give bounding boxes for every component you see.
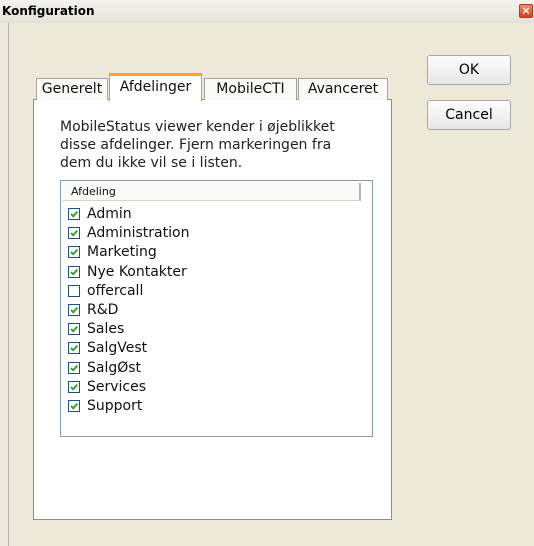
intro-line-3: dem du ikke vil se i listen. bbox=[60, 155, 243, 171]
department-label: Administration bbox=[87, 225, 190, 242]
title-bar[interactable]: Konfiguration × bbox=[0, 0, 534, 24]
department-label: SalgØst bbox=[87, 359, 142, 376]
department-label: Services bbox=[87, 378, 147, 395]
department-label: R&D bbox=[87, 302, 119, 318]
intro-line-1: MobileStatus viewer kender i øjeblikket bbox=[60, 119, 335, 135]
window-title: Konfiguration bbox=[2, 4, 95, 18]
checkbox-checked[interactable] bbox=[68, 380, 80, 393]
checkbox-checked[interactable] bbox=[68, 208, 80, 220]
close-button[interactable]: × bbox=[519, 4, 533, 18]
window-left-border bbox=[0, 23, 9, 546]
department-label: SalgVest bbox=[87, 340, 148, 357]
close-icon: × bbox=[521, 4, 531, 17]
checkbox-checked[interactable] bbox=[68, 323, 80, 336]
checkbox-checked[interactable] bbox=[68, 304, 80, 316]
ok-button[interactable]: OK bbox=[427, 55, 511, 85]
tab-afdelinger[interactable]: Afdelinger bbox=[109, 73, 202, 101]
cancel-button[interactable]: Cancel bbox=[427, 100, 511, 130]
tab-mobilecti[interactable]: MobileCTI bbox=[204, 78, 297, 100]
checkbox-checked[interactable] bbox=[68, 342, 80, 355]
intro-text: MobileStatus viewer kender i øjeblikket … bbox=[60, 118, 380, 172]
department-label: Marketing bbox=[87, 244, 157, 261]
checkbox-checked[interactable] bbox=[68, 400, 80, 412]
checkbox-checked[interactable] bbox=[68, 265, 80, 278]
tab-generelt[interactable]: Generelt bbox=[36, 78, 108, 100]
department-label: Support bbox=[87, 398, 143, 414]
tab-avanceret[interactable]: Avanceret bbox=[298, 78, 388, 100]
column-header-afdeling: Afdeling bbox=[71, 185, 116, 198]
intro-line-2: disse afdelinger. Fjern markeringen fra bbox=[60, 137, 332, 153]
konfiguration-window: Konfiguration × OK Cancel Generelt Afdel… bbox=[0, 0, 534, 546]
checkbox-checked[interactable] bbox=[68, 227, 80, 240]
checkbox-checked[interactable] bbox=[68, 246, 80, 259]
list-column-header[interactable]: Afdeling bbox=[62, 183, 361, 201]
checkbox-unchecked[interactable] bbox=[68, 284, 80, 297]
department-label: Sales bbox=[87, 321, 125, 338]
department-label: Nye Kontakter bbox=[87, 263, 187, 280]
department-label: Admin bbox=[87, 206, 132, 222]
checkbox-checked[interactable] bbox=[68, 361, 80, 374]
department-label: offercall bbox=[87, 282, 144, 299]
